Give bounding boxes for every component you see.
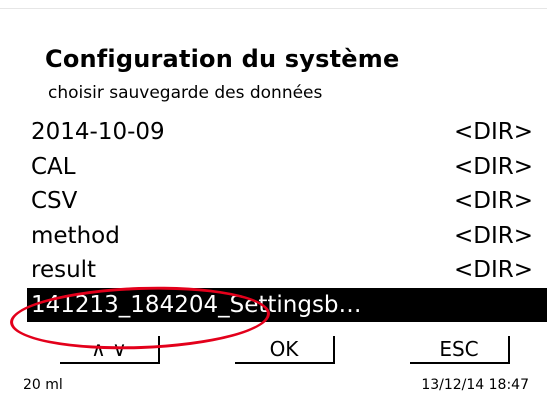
list-item[interactable]: CAL <DIR> <box>27 150 547 185</box>
file-list: 2014-10-09 <DIR> CAL <DIR> CSV <DIR> met… <box>27 115 547 322</box>
list-item-selected[interactable]: 141213_184204_Settingsb… <box>27 287 547 322</box>
page-subtitle: choisir sauvegarde des données <box>48 83 323 103</box>
list-item[interactable]: result <DIR> <box>27 253 547 288</box>
list-item-name: CAL <box>31 153 76 180</box>
top-divider <box>0 8 547 9</box>
datetime-status: 13/12/14 18:47 <box>421 377 529 393</box>
page-title: Configuration du système <box>45 45 400 73</box>
list-item-type: <DIR> <box>453 257 533 283</box>
volume-status: 20 ml <box>23 377 63 393</box>
list-item-type: <DIR> <box>453 153 533 180</box>
list-item-name: result <box>31 257 97 283</box>
list-item[interactable]: method <DIR> <box>27 219 547 254</box>
list-item-name: 2014-10-09 <box>31 119 165 145</box>
list-item-type: <DIR> <box>453 188 533 214</box>
list-item-name: 141213_184204_Settingsb… <box>31 291 362 318</box>
list-item-type: <DIR> <box>453 222 533 249</box>
esc-button[interactable]: ESC <box>410 336 510 364</box>
list-item-type: <DIR> <box>453 119 533 145</box>
up-down-button[interactable]: ∧ ∨ <box>60 336 160 364</box>
ok-button[interactable]: OK <box>235 336 335 364</box>
list-item-name: method <box>31 222 120 249</box>
list-item[interactable]: CSV <DIR> <box>27 184 547 219</box>
list-item-name: CSV <box>31 188 78 214</box>
list-item[interactable]: 2014-10-09 <DIR> <box>27 115 547 150</box>
